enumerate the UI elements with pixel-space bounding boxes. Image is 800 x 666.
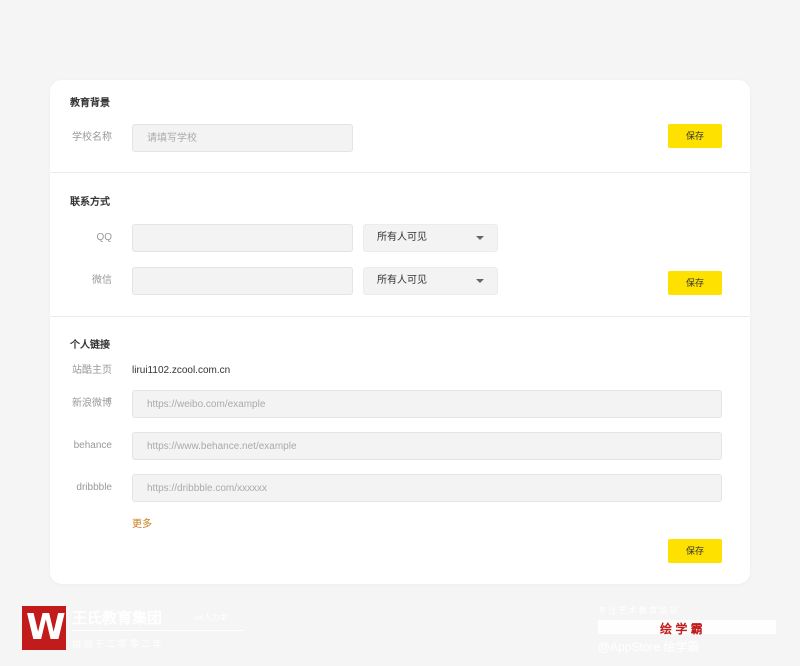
behance-label: behance	[73, 440, 112, 451]
profile-settings-card: 教育背景 学校名称 保存 联系方式 QQ 所有人可见 微信 所有人可见 保存 个…	[50, 80, 750, 584]
education-save-button[interactable]: 保存	[668, 124, 722, 148]
school-name-label: 学校名称	[72, 132, 112, 143]
watermark-right-brand: 绘 学 霸	[660, 622, 703, 636]
qq-visibility-value: 所有人可见	[377, 232, 427, 243]
education-section-title: 教育背景	[70, 98, 110, 109]
zcool-homepage-value: lirui1102.zcool.com.cn	[132, 365, 231, 376]
dribbble-label: dribbble	[76, 482, 112, 493]
wechat-label: 微信	[92, 275, 112, 286]
watermark-group-tag: ux人力本	[195, 613, 228, 622]
watermark-group-sub: 始 创 于 二 零 零 二 年	[72, 639, 162, 649]
logo-letter: W	[26, 607, 66, 648]
contact-section-title: 联系方式	[70, 197, 110, 208]
qq-visibility-select[interactable]: 所有人可见	[363, 224, 498, 252]
wangshi-logo: W	[22, 606, 66, 650]
wechat-visibility-value: 所有人可见	[377, 275, 427, 286]
wechat-input[interactable]	[132, 267, 353, 295]
more-links-link[interactable]: 更多	[132, 515, 152, 530]
dribbble-input[interactable]	[132, 474, 722, 502]
chevron-down-icon	[476, 279, 484, 283]
wechat-visibility-select[interactable]: 所有人可见	[363, 267, 498, 295]
weibo-input[interactable]	[132, 390, 722, 418]
links-save-button[interactable]: 保存	[668, 539, 722, 563]
qq-input[interactable]	[132, 224, 353, 252]
chevron-down-icon	[476, 236, 484, 240]
behance-input[interactable]	[132, 432, 722, 460]
weibo-label: 新浪微博	[72, 398, 112, 409]
watermark-group-name: 王氏教育集团	[72, 610, 163, 627]
links-section-title: 个人链接	[70, 340, 110, 351]
watermark-right-line1: 专 注 艺 术 教 育 培 训	[598, 606, 678, 615]
section-divider	[50, 172, 750, 173]
school-name-input[interactable]	[132, 124, 353, 152]
watermark-right-line2: @AppStore 绘学霸	[598, 640, 700, 654]
contact-save-button[interactable]: 保存	[668, 271, 722, 295]
zcool-label: 站酷主页	[72, 365, 112, 376]
watermark-divider	[72, 630, 244, 631]
section-divider	[50, 316, 750, 317]
qq-label: QQ	[96, 232, 112, 243]
